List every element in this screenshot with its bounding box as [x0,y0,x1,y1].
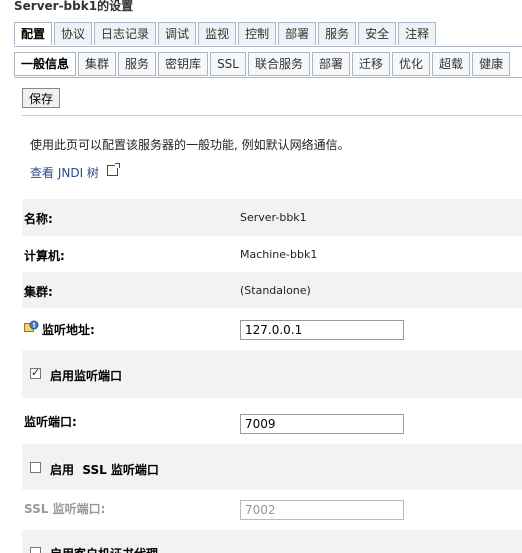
tab-config[interactable]: 配置 [14,22,53,45]
secondary-tab-divider [14,77,522,78]
listen-port-label: 监听端口: [24,415,77,429]
tab-logging[interactable]: 日志记录 [94,22,157,45]
page-title: Server-bbk1的设置 [14,0,134,13]
subtab-deployment[interactable]: 部署 [312,52,351,76]
listen-port-row: 监听端口: [22,398,522,444]
ssl-port-input [240,500,404,520]
page-description: 使用此页可以配置该服务器的一般功能, 例如默认网络通信。 [30,138,350,152]
enable-listen-port-label: 启用监听端口 [50,369,123,383]
name-row: 名称: Server-bbk1 [22,199,522,236]
client-cert-proxy-row: 启用客户机证书代理 [22,530,522,553]
subtab-services[interactable]: 服务 [118,52,157,76]
change-requires-restart-icon [24,320,39,332]
primary-tab-bar: 配置 协议 日志记录 调试 监视 控制 部署 服务 安全 注释 [14,22,438,46]
tab-monitoring[interactable]: 监视 [198,22,237,45]
cluster-label: 集群: [24,285,53,299]
listen-address-row: 监听地址: [22,308,522,350]
tab-deployments[interactable]: 部署 [278,22,317,45]
save-button[interactable]: 保存 [22,88,61,108]
machine-row: 计算机: Machine-bbk1 [22,236,522,272]
toolbar-divider [22,115,522,116]
tab-security[interactable]: 安全 [358,22,397,45]
listen-address-label: 监听地址: [42,323,95,337]
enable-listen-port-checkbox[interactable] [30,366,41,379]
tab-debug[interactable]: 调试 [158,22,197,45]
secondary-tab-bar: 一般信息 集群 服务 密钥库 SSL 联合服务 部署 迁移 优化 超载 健康 [14,52,512,76]
subtab-health[interactable]: 健康 [472,52,511,76]
jndi-tree-link-label: 查看 JNDI 树 [30,166,99,180]
ssl-port-row: SSL 监听端口: [22,490,522,530]
client-cert-proxy-label: 启用客户机证书代理 [50,545,158,553]
listen-address-input[interactable] [240,320,404,340]
subtab-cluster[interactable]: 集群 [78,52,117,76]
machine-label: 计算机: [24,249,65,263]
subtab-overload[interactable]: 超载 [432,52,471,76]
subtab-tuning[interactable]: 优化 [392,52,431,76]
enable-ssl-row: 启用 SSL 监听端口 [22,444,522,490]
subtab-general[interactable]: 一般信息 [14,52,77,76]
name-label: 名称: [24,212,53,226]
primary-tab-divider [14,46,522,47]
external-link-icon [106,163,120,176]
name-value: Server-bbk1 [240,211,307,224]
enable-listen-port-row: 启用监听端口 [22,350,522,398]
subtab-keystores[interactable]: 密钥库 [158,52,209,76]
ssl-port-label: SSL 监听端口: [24,502,106,516]
tab-protocols[interactable]: 协议 [54,22,93,45]
listen-port-input[interactable] [240,414,404,434]
enable-ssl-checkbox[interactable] [30,462,41,473]
subtab-ssl[interactable]: SSL [210,52,246,76]
cluster-value: (Standalone) [240,284,311,297]
subtab-federation[interactable]: 联合服务 [247,52,310,76]
client-cert-proxy-checkbox[interactable] [30,547,41,553]
tab-notes[interactable]: 注释 [398,22,437,45]
cluster-row: 集群: (Standalone) [22,272,522,308]
subtab-migration[interactable]: 迁移 [352,52,391,76]
machine-value: Machine-bbk1 [240,248,318,261]
enable-ssl-label: 启用 SSL 监听端口 [50,463,159,477]
tab-control[interactable]: 控制 [238,22,277,45]
tab-services[interactable]: 服务 [318,22,357,45]
jndi-tree-link[interactable]: 查看 JNDI 树 [30,163,120,181]
